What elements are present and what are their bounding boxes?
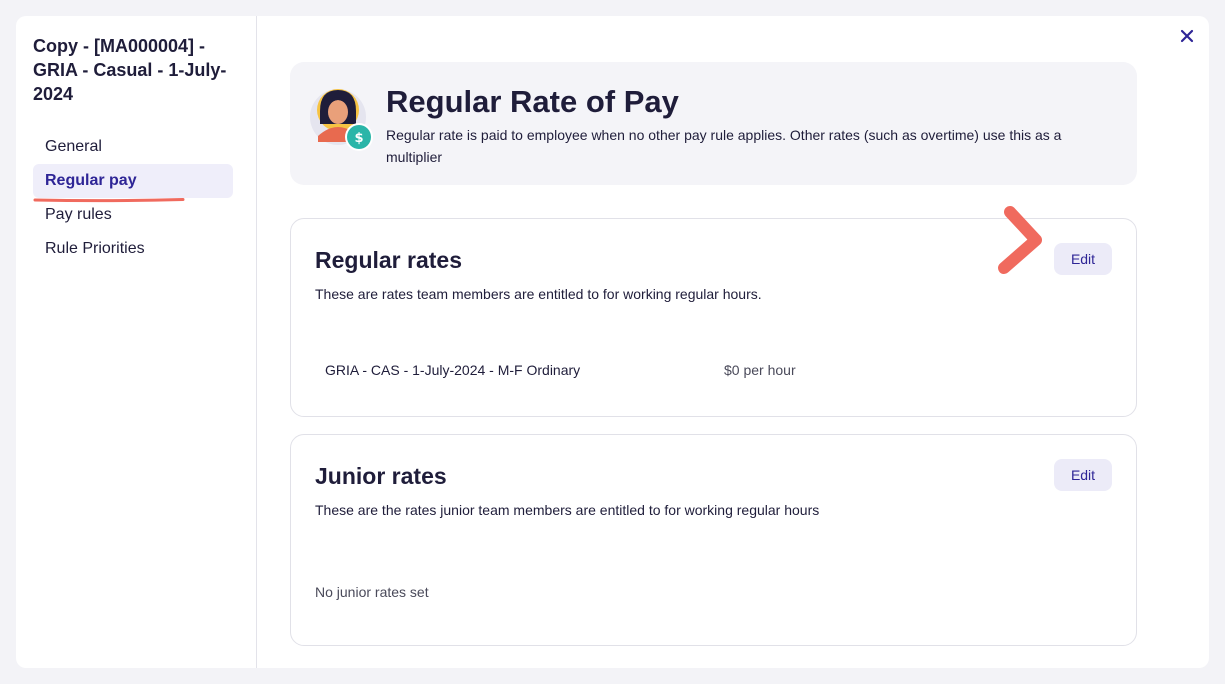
- annotation-underline: [33, 198, 185, 203]
- close-icon[interactable]: [1175, 24, 1199, 48]
- sidebar: Copy - [MA000004] - GRIA - Casual - 1-Ju…: [16, 16, 257, 668]
- svg-text:$: $: [354, 131, 363, 146]
- sidebar-item-pay-rules[interactable]: Pay rules: [33, 198, 233, 232]
- rate-value: $0 per hour: [724, 362, 796, 378]
- sidebar-item-rule-priorities[interactable]: Rule Priorities: [33, 232, 233, 266]
- avatar-icon: $: [310, 88, 382, 158]
- edit-junior-rates-button[interactable]: Edit: [1054, 459, 1112, 491]
- regular-rates-title: Regular rates: [315, 247, 463, 273]
- annotation-arrow-icon: [998, 206, 1042, 274]
- sidebar-item-regular-pay[interactable]: Regular pay: [33, 164, 233, 198]
- info-banner: $ Regular Rate of Pay Regular rate is pa…: [290, 62, 1137, 185]
- edit-regular-rates-button[interactable]: Edit: [1054, 243, 1112, 275]
- rate-name: GRIA - CAS - 1-July-2024 - M-F Ordinary: [325, 362, 581, 378]
- award-title: Copy - [MA000004] - GRIA - Casual - 1-Ju…: [33, 36, 227, 104]
- empty-state-text: No junior rates set: [315, 584, 429, 600]
- modal: Copy - [MA000004] - GRIA - Casual - 1-Ju…: [16, 16, 1209, 668]
- sidebar-item-general[interactable]: General: [33, 130, 233, 164]
- page-title: Regular Rate of Pay: [386, 84, 679, 119]
- junior-rates-card: Junior rates These are the rates junior …: [290, 434, 1137, 646]
- junior-rates-description: These are the rates junior team members …: [315, 502, 820, 518]
- regular-rates-description: These are rates team members are entitle…: [315, 286, 762, 302]
- page-description: Regular rate is paid to employee when no…: [386, 127, 1062, 165]
- junior-rates-title: Junior rates: [315, 463, 447, 489]
